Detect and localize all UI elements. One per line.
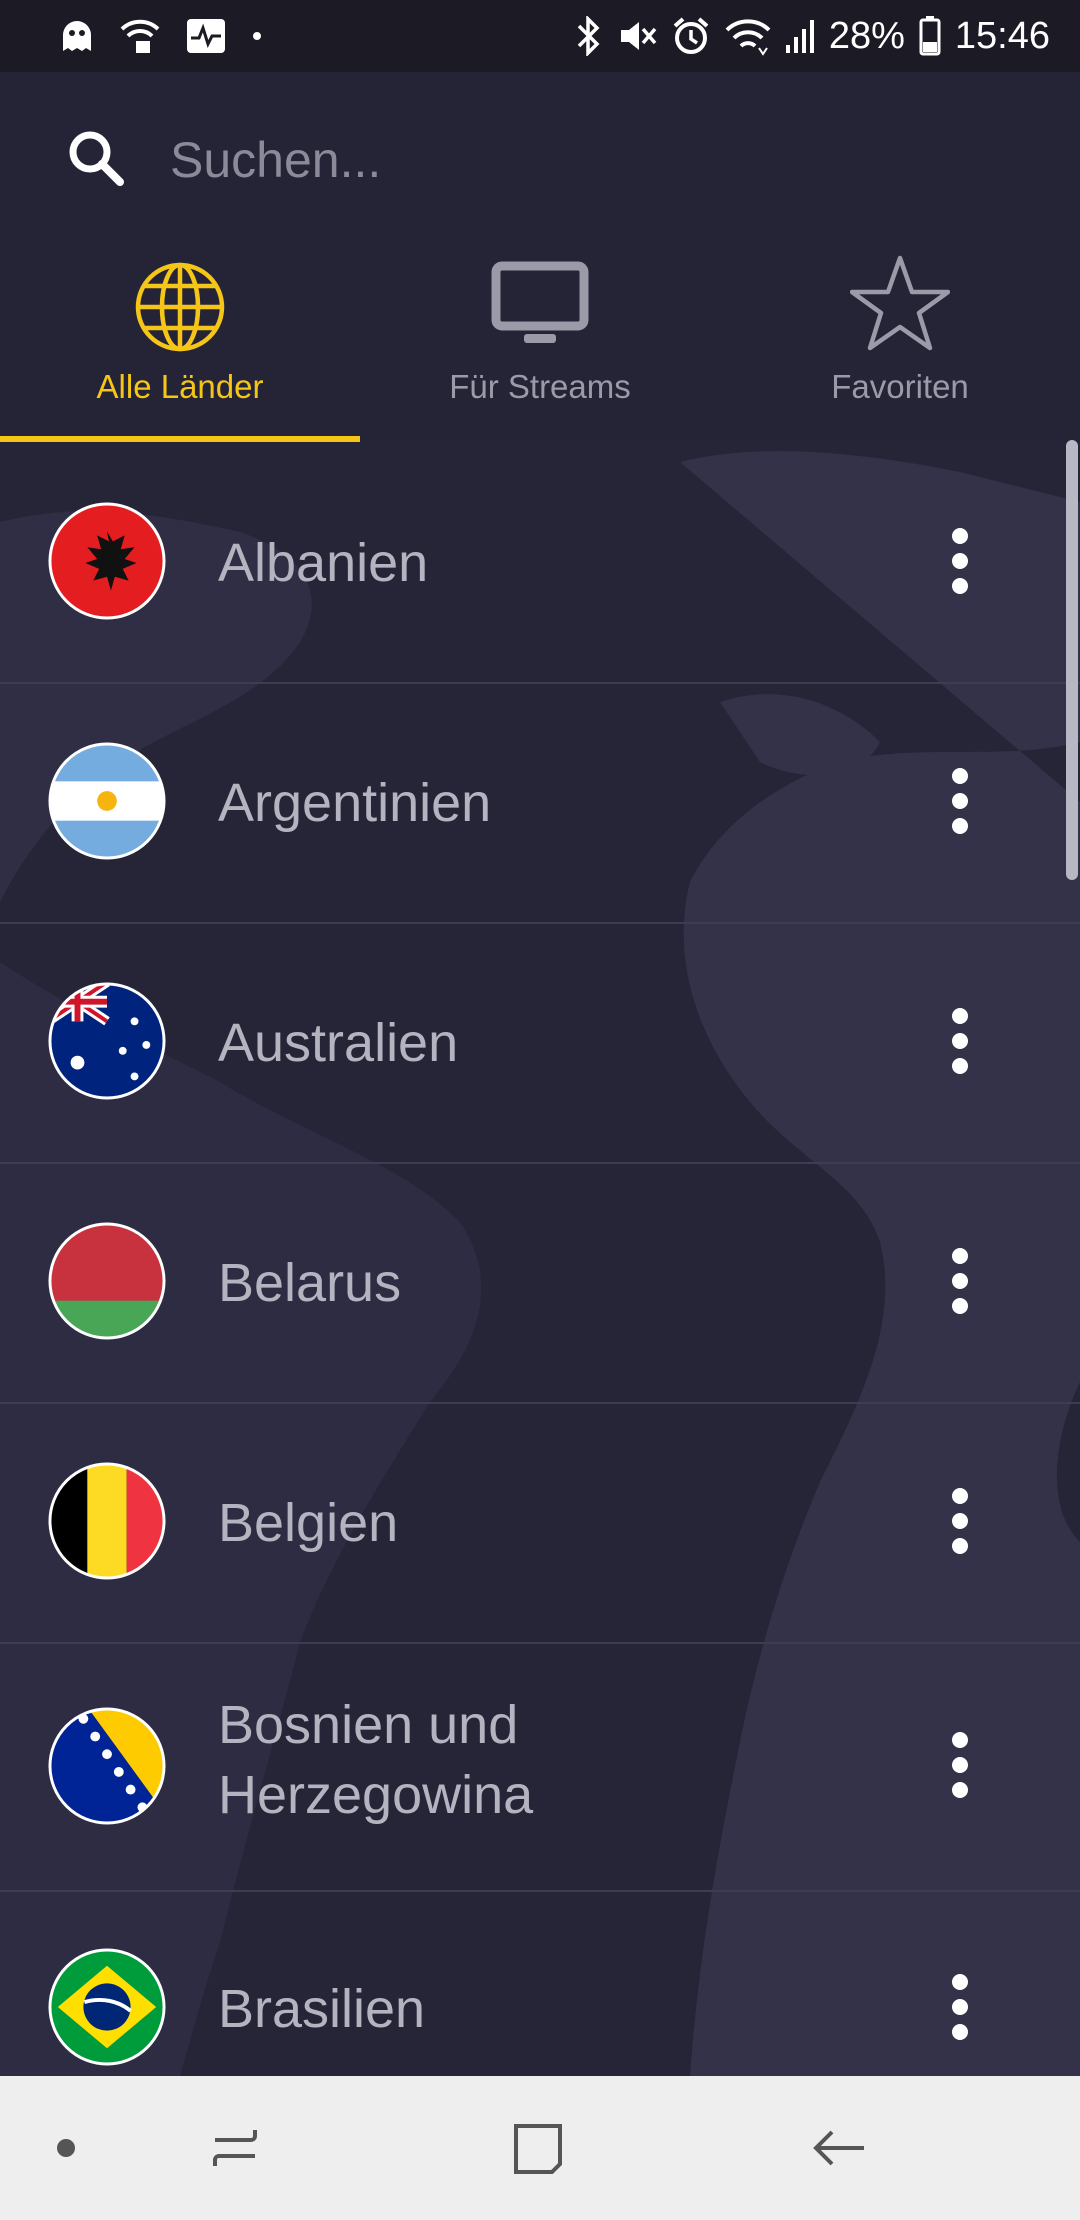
home-icon[interactable] [508,2118,568,2178]
more-options-icon[interactable] [930,1236,990,1326]
country-row-belgien[interactable]: Belgien [0,1402,1080,1644]
australia-flag-icon [48,982,166,1100]
recent-apps-icon[interactable] [205,2118,265,2178]
dot-icon [253,32,261,40]
more-options-icon[interactable] [930,1476,990,1566]
country-row-brasilien[interactable]: Brasilien [0,1890,1080,2076]
country-name: Argentinien [218,773,492,833]
battery-icon [919,16,941,56]
wifi-lock-icon [120,19,160,53]
country-row-belarus[interactable]: Belarus [0,1162,1080,1404]
search-icon[interactable] [66,128,126,188]
more-options-icon[interactable] [930,756,990,846]
signal-icon [785,20,814,53]
tab-label: Favoriten [831,368,969,405]
star-icon [850,255,950,351]
wifi-icon [725,19,771,56]
albania-flag-icon [48,502,166,620]
country-row-argentinien[interactable]: Argentinien [0,682,1080,924]
country-row-bosnien[interactable]: Bosnien und Herzegowina [0,1642,1080,1892]
back-icon[interactable] [810,2118,870,2178]
activity-icon [187,19,225,53]
country-row-albanien[interactable]: Albanien [0,442,1080,684]
country-name: Brasilien [218,1979,426,2039]
country-list[interactable]: Albanien Argentinien Australien Belarus … [0,442,1080,2076]
mute-icon [620,22,657,50]
more-options-icon[interactable] [930,996,990,1086]
globe-icon [135,262,225,352]
ghost-app-icon [63,21,91,51]
tab-favorites[interactable]: Favoriten [720,242,1080,442]
alarm-icon [673,17,709,54]
country-row-australien[interactable]: Australien [0,922,1080,1164]
country-name-line1: Bosnien und [218,1695,519,1755]
more-options-icon[interactable] [930,1720,990,1810]
status-bar: 28% 15:46 [0,0,1080,72]
belgium-flag-icon [48,1462,166,1580]
country-name: Australien [218,1013,459,1073]
tab-label: Für Streams [449,368,631,405]
country-name: Belgien [218,1493,399,1553]
bluetooth-icon [577,16,600,56]
tv-icon [491,261,589,343]
tab-label: Alle Länder [96,368,264,405]
scrollbar[interactable] [1066,440,1078,880]
clock: 15:46 [954,14,1050,57]
tab-bar: Alle Länder Für Streams Favoriten [0,242,1080,442]
tab-all-countries[interactable]: Alle Länder [0,242,360,442]
battery-percent: 28% [828,14,905,57]
nav-dot-icon[interactable] [38,2118,98,2178]
system-nav-bar [0,2076,1080,2220]
tab-for-streams[interactable]: Für Streams [360,242,720,442]
search-input[interactable] [168,124,992,196]
belarus-flag-icon [48,1222,166,1340]
more-options-icon[interactable] [930,516,990,606]
bosnia-flag-icon [48,1707,166,1825]
country-name: Bosnien und Herzegowina [218,1690,533,1830]
country-name: Belarus [218,1253,402,1313]
search-bar [0,72,1080,242]
country-name: Albanien [218,533,429,593]
country-name-line2: Herzegowina [218,1765,534,1825]
argentina-flag-icon [48,742,166,860]
more-options-icon[interactable] [930,1962,990,2052]
brazil-flag-icon [48,1948,166,2066]
